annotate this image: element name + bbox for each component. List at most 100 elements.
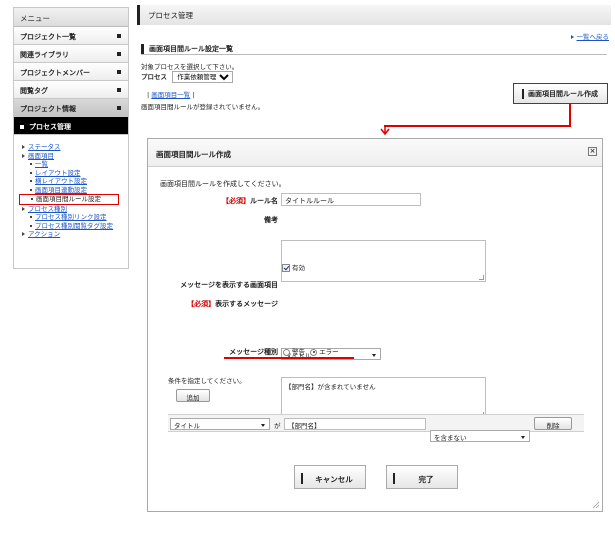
condition-field-value: タイトル <box>174 422 200 430</box>
page-title: プロセス管理 <box>137 5 611 25</box>
dialog-resize-grip-icon[interactable] <box>592 501 600 509</box>
display-message-textarea[interactable]: 【部門名】が含まれていません <box>281 377 486 419</box>
triangle-right-icon <box>22 145 25 149</box>
bullet-icon <box>30 180 32 182</box>
square-icon <box>117 88 121 92</box>
tree-link-list[interactable]: 一覧 <box>35 160 48 168</box>
sidebar-item-label: 閲覧タグ <box>20 87 48 95</box>
condition-value-input[interactable]: 【部門名】 <box>284 418 426 430</box>
dialog-header: 画面項目間ルール作成 × <box>148 139 602 167</box>
tree-link-process-types[interactable]: プロセス種別 <box>28 205 67 213</box>
bullet-icon <box>30 224 32 227</box>
enabled-checkbox-row[interactable]: 有効 <box>282 262 305 272</box>
divider <box>141 54 607 55</box>
process-select[interactable]: 作業依頼管理 <box>172 71 234 83</box>
screen-item-label: メッセージを表示する画面項目 <box>180 281 278 289</box>
condition-operator-select[interactable]: を含まない <box>430 430 530 442</box>
empty-message: 画面項目間ルールが登録されていません。 <box>141 103 265 111</box>
process-select-note: 対象プロセスを選択して下さい。 <box>141 63 239 71</box>
sidebar-item-label: プロジェクトメンバー <box>20 69 90 77</box>
back-link-label: 一覧へ戻る <box>576 33 610 41</box>
display-message-label-group: 【必須】表示するメッセージ <box>158 299 278 309</box>
tree-label-rule-settings: 画面項目間ルール設定 <box>36 195 101 203</box>
bullet-icon <box>31 198 33 200</box>
display-message-label: 表示するメッセージ <box>215 300 278 308</box>
process-label: プロセス <box>141 73 167 81</box>
create-rule-button[interactable]: 画面項目間ルール作成 <box>513 83 608 104</box>
condition-particle: が <box>274 422 281 430</box>
required-tag: 【必須】 <box>187 300 216 308</box>
square-icon <box>117 34 121 38</box>
tree-link-type-link[interactable]: プロセス種別リンク設定 <box>35 213 107 221</box>
dialog-title: 画面項目間ルール作成 <box>156 150 231 159</box>
message-type-label: メッセージ種別 <box>229 348 278 356</box>
tree-link-horizontal-layout[interactable]: 横レイアウト設定 <box>35 177 87 185</box>
bullet-icon <box>30 216 32 218</box>
condition-field-select[interactable]: タイトル <box>170 418 270 430</box>
triangle-right-icon <box>22 153 25 158</box>
tree-item-rule-settings-selected[interactable]: 画面項目間ルール設定 <box>19 194 119 205</box>
resize-grip-icon <box>479 275 484 280</box>
highlight-connector <box>569 104 571 126</box>
tree-link-type-tag[interactable]: プロセス種別閲覧タグ設定 <box>35 222 113 230</box>
arrow-down-icon <box>380 126 390 136</box>
sidebar-item-label: プロジェクト情報 <box>20 105 76 113</box>
button-bar-icon <box>393 473 395 484</box>
square-icon <box>117 106 121 110</box>
tree-link-status[interactable]: ステータス <box>28 143 61 151</box>
create-rule-dialog: 画面項目間ルール作成 × 画面項目間ルールを作成してください。 【必須】 ルール名… <box>147 138 603 512</box>
condition-row: タイトル が 【部門名】 を含まない 削除 <box>168 414 584 442</box>
add-condition-button[interactable]: 追加 <box>176 389 210 402</box>
sidebar-item-label: プロセス管理 <box>29 123 71 131</box>
tree-link-item-link[interactable]: 画面項目連動設定 <box>35 186 87 194</box>
sidebar-item-project-list[interactable]: プロジェクト一覧 <box>14 27 128 45</box>
condition-intro: 条件を指定してください。 <box>168 377 246 385</box>
square-icon <box>117 70 121 74</box>
bullet-icon <box>30 163 32 165</box>
remarks-textarea[interactable] <box>281 240 486 282</box>
remarks-label: 備考 <box>264 216 278 224</box>
tree-link-actions[interactable]: アクション <box>28 230 60 238</box>
tree-link-screen-items[interactable]: 画面項目 <box>28 152 54 160</box>
radio-warning[interactable] <box>283 348 290 356</box>
radio-warning-label: 警告 <box>292 348 305 356</box>
condition-operator-value: を含まない <box>434 434 467 442</box>
highlight-connector <box>384 125 571 127</box>
process-row: プロセス 作業依頼管理 <box>141 71 234 83</box>
dialog-intro: 画面項目間ルールを作成してください。 <box>160 180 286 188</box>
sidebar-item-related-library[interactable]: 関連ライブラリ <box>14 45 128 63</box>
sidebar: メニュー プロジェクト一覧 関連ライブラリ プロジェクトメンバー 閲覧タグ プロ… <box>13 7 129 269</box>
square-icon <box>117 52 121 56</box>
bullet-icon <box>30 188 32 191</box>
create-rule-button-label: 画面項目間ルール作成 <box>528 90 598 98</box>
sidebar-item-project-members[interactable]: プロジェクトメンバー <box>14 63 128 81</box>
chevron-down-icon <box>372 354 376 357</box>
radio-error[interactable] <box>310 348 318 356</box>
delete-condition-button[interactable]: 削除 <box>534 417 572 430</box>
cancel-button[interactable]: キャンセル <box>294 465 366 489</box>
rule-name-label: ルール名 <box>250 197 278 205</box>
tab-links: | 画面項目一覧 | <box>147 91 195 99</box>
radio-error-label: エラー <box>319 348 339 356</box>
highlight-underline <box>224 357 354 359</box>
cancel-button-label: キャンセル <box>315 475 353 484</box>
sidebar-item-process-management[interactable]: プロセス管理 <box>14 117 128 135</box>
sidebar-item-view-tags[interactable]: 閲覧タグ <box>14 81 128 99</box>
rule-name-input[interactable]: タイトルルール <box>281 193 421 206</box>
screen-items-list-link[interactable]: 画面項目一覧 <box>151 91 190 99</box>
back-to-list-link[interactable]: 一覧へ戻る <box>570 31 610 41</box>
chevron-down-icon <box>261 424 265 427</box>
triangle-right-icon <box>22 232 25 236</box>
sidebar-item-project-info[interactable]: プロジェクト情報 <box>14 99 128 117</box>
bullet-icon <box>30 171 32 174</box>
close-icon[interactable]: × <box>588 147 597 156</box>
enabled-checkbox[interactable] <box>282 264 290 272</box>
chevron-down-icon <box>521 436 525 439</box>
menu-header: メニュー <box>14 8 128 27</box>
section-title: 画面項目間ルール設定一覧 <box>141 44 233 54</box>
done-button-label: 完了 <box>418 475 434 484</box>
sidebar-tree: ステータス 画面項目 一覧 レイアウト設定 横レイアウト設定 画面項目連動設定 … <box>14 135 128 239</box>
enabled-label: 有効 <box>292 264 305 272</box>
done-button[interactable]: 完了 <box>386 465 458 489</box>
tree-link-layout[interactable]: レイアウト設定 <box>35 169 81 177</box>
